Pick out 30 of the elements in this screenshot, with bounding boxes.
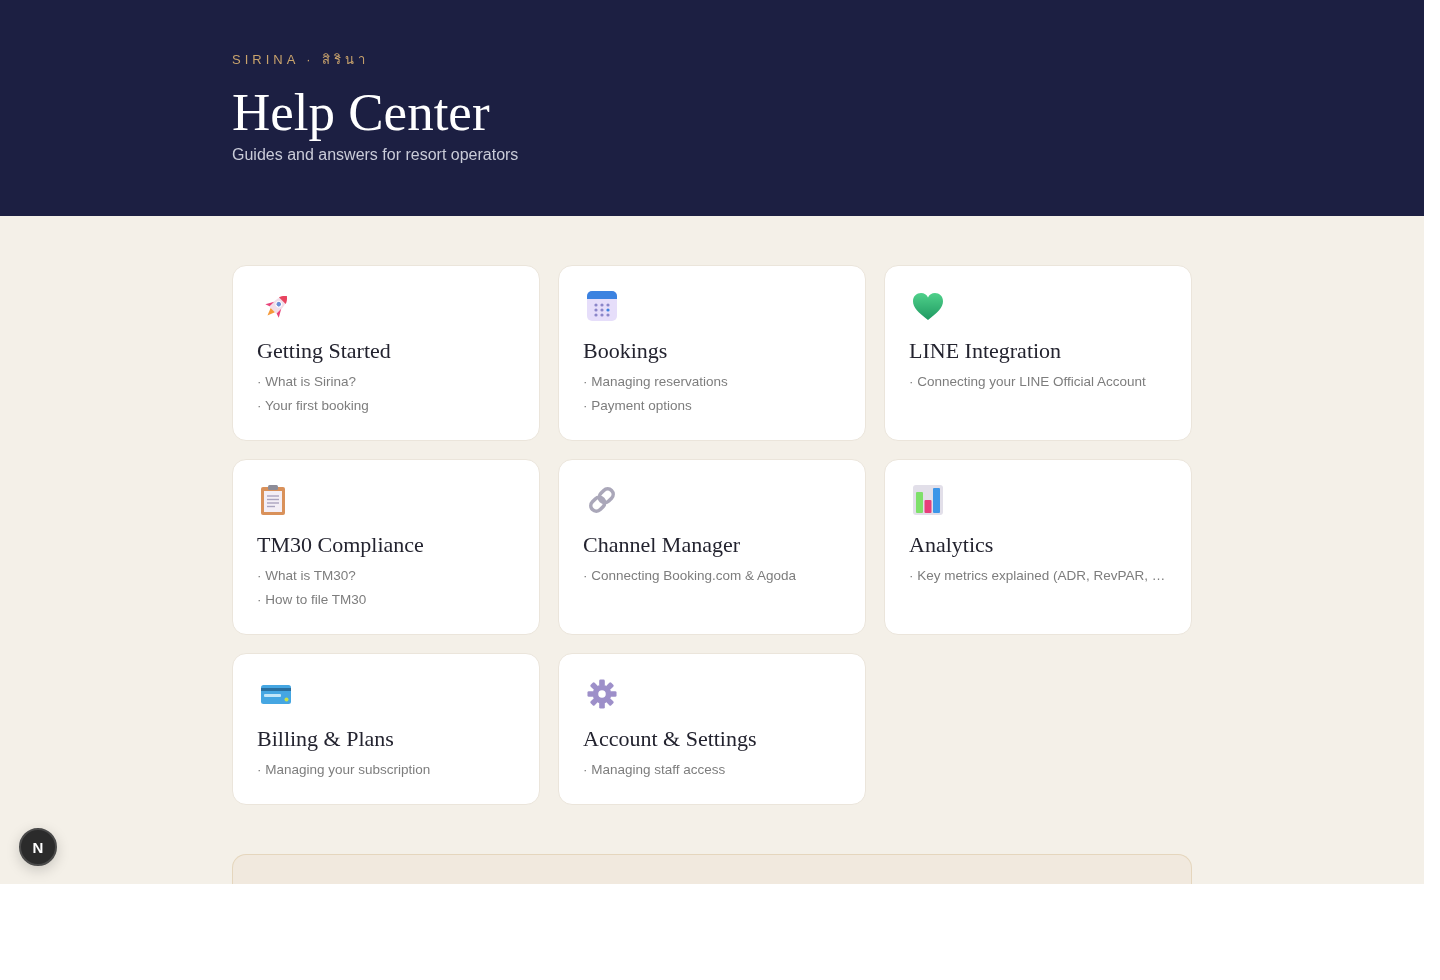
article-link[interactable]: · Connecting Booking.com & Agoda	[583, 564, 797, 588]
chain-link-icon	[587, 485, 617, 515]
article-link[interactable]: · Payment options	[583, 394, 692, 418]
article-link[interactable]: · Key metrics explained (ADR, RevPAR, …	[909, 564, 1166, 588]
page-subtitle: Guides and answers for resort operators	[232, 145, 519, 165]
article-link[interactable]: · How to file TM30	[257, 588, 367, 612]
article-link[interactable]: · Managing reservations	[583, 370, 728, 394]
dev-tools-button[interactable]: N	[19, 828, 57, 866]
article-link[interactable]: · Connecting your LINE Official Account	[909, 370, 1146, 394]
page-title: Help Center	[232, 82, 490, 142]
clipboard-icon	[261, 485, 285, 515]
gear-icon	[587, 679, 617, 709]
bar-chart-icon	[913, 485, 943, 515]
article-link[interactable]: · What is Sirina?	[257, 370, 357, 394]
category-title: Getting Started	[257, 337, 391, 365]
brand-label: SIRINA · สิรินา	[232, 51, 370, 69]
article-link[interactable]: · Managing staff access	[583, 758, 726, 782]
category-title: Channel Manager	[583, 531, 740, 559]
article-link[interactable]: · Managing your subscription	[257, 758, 431, 782]
category-title: Analytics	[909, 531, 994, 559]
category-title: Account & Settings	[583, 725, 757, 753]
category-title: Bookings	[583, 337, 668, 365]
article-link[interactable]: · What is TM30?	[257, 564, 356, 588]
category-title: Billing & Plans	[257, 725, 394, 753]
heart-icon	[913, 292, 943, 320]
article-link[interactable]: · Your first booking	[257, 394, 369, 418]
calendar-icon	[587, 291, 617, 321]
category-title: TM30 Compliance	[257, 531, 424, 559]
category-title: LINE Integration	[909, 337, 1062, 365]
credit-card-icon	[261, 684, 291, 704]
